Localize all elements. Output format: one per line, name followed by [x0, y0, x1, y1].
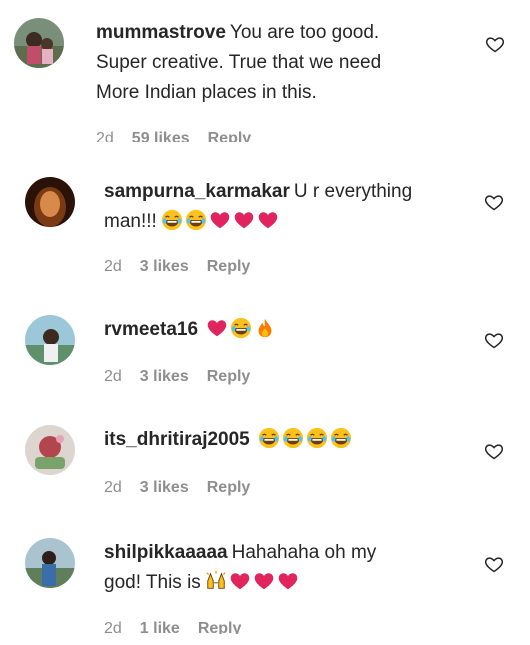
comment-item: its_dhritiraj2005 2d 3 likes Reply [0, 395, 530, 510]
comment-meta: 2d 3 likes Reply [104, 479, 250, 497]
comment-text: rvmeeta16 [104, 315, 464, 345]
laughing-emoji [161, 209, 183, 231]
emoji-group [258, 427, 352, 449]
comment-text: its_dhritiraj2005 [104, 425, 464, 455]
likes-count[interactable]: 3 likes [140, 479, 189, 497]
red-heart-emoji [253, 570, 275, 592]
comment-time: 2d [96, 130, 114, 142]
red-heart-emoji [209, 209, 231, 231]
laughing-emoji [230, 317, 252, 339]
emoji-group [161, 209, 279, 231]
laughing-emoji [258, 427, 280, 449]
emoji-group [206, 317, 276, 339]
comment-meta: 2d 3 likes Reply [104, 258, 250, 276]
heart-outline-icon[interactable] [484, 330, 504, 350]
likes-count[interactable]: 3 likes [140, 368, 189, 386]
heart-outline-icon[interactable] [484, 554, 504, 574]
likes-count[interactable]: 1 like [140, 620, 180, 634]
avatar[interactable] [25, 538, 75, 588]
raising-hands-emoji [205, 570, 227, 592]
laughing-emoji [185, 209, 207, 231]
comment-body: More Indian places in this. [96, 82, 317, 103]
comment-text: mummastrove You are too good. Super creat… [96, 18, 456, 108]
red-heart-emoji [277, 570, 299, 592]
reply-button[interactable]: Reply [207, 368, 251, 386]
comment-meta: 2d 1 like Reply [104, 620, 241, 634]
heart-outline-icon[interactable] [484, 441, 504, 461]
comment-meta: 2d 3 likes Reply [104, 368, 250, 386]
comment-item: sampurna_karmakar U r everything man!!! 2… [0, 150, 530, 280]
avatar[interactable] [25, 425, 75, 475]
avatar[interactable] [25, 315, 75, 365]
comment-item: rvmeeta16 2d 3 likes Reply [0, 280, 530, 395]
comment-time: 2d [104, 368, 122, 385]
emoji-group [205, 570, 299, 592]
likes-count[interactable]: 59 likes [132, 130, 190, 142]
reply-button[interactable]: Reply [207, 258, 251, 276]
fire-emoji [254, 317, 276, 339]
comment-body: Hahahaha oh my [231, 542, 377, 563]
reply-button[interactable]: Reply [207, 479, 251, 497]
username[interactable]: shilpikkaaaaa [104, 542, 228, 563]
username[interactable]: mummastrove [96, 22, 226, 43]
comment-body: Super creative. True that we need [96, 52, 382, 73]
reply-button[interactable]: Reply [198, 620, 242, 634]
laughing-emoji [306, 427, 328, 449]
comment-body: man!!! [104, 211, 157, 232]
comment-body: You are too good. [229, 22, 380, 43]
comment-time: 2d [104, 620, 122, 634]
likes-count[interactable]: 3 likes [140, 258, 189, 276]
username[interactable]: rvmeeta16 [104, 319, 198, 340]
red-heart-emoji [233, 209, 255, 231]
username[interactable]: sampurna_karmakar [104, 181, 290, 202]
comment-body: U r everything [293, 181, 413, 202]
reply-button[interactable]: Reply [208, 130, 252, 142]
avatar[interactable] [14, 18, 64, 68]
comment-meta: 2d 59 likes Reply [96, 130, 251, 142]
comment-time: 2d [104, 479, 122, 496]
red-heart-emoji [206, 317, 228, 339]
heart-outline-icon[interactable] [484, 192, 504, 212]
comment-item: mummastrove You are too good. Super creat… [0, 0, 530, 150]
comment-item: shilpikkaaaaa Hahahaha oh my god! This is… [0, 510, 530, 645]
laughing-emoji [330, 427, 352, 449]
comment-body: god! This is [104, 572, 201, 593]
red-heart-emoji [257, 209, 279, 231]
laughing-emoji [282, 427, 304, 449]
username[interactable]: its_dhritiraj2005 [104, 429, 250, 450]
comment-text: sampurna_karmakar U r everything man!!! [104, 177, 464, 237]
avatar[interactable] [25, 177, 75, 227]
comment-time: 2d [104, 258, 122, 275]
comment-text: shilpikkaaaaa Hahahaha oh my god! This is [104, 538, 464, 598]
red-heart-emoji [229, 570, 251, 592]
heart-outline-icon[interactable] [485, 34, 505, 54]
